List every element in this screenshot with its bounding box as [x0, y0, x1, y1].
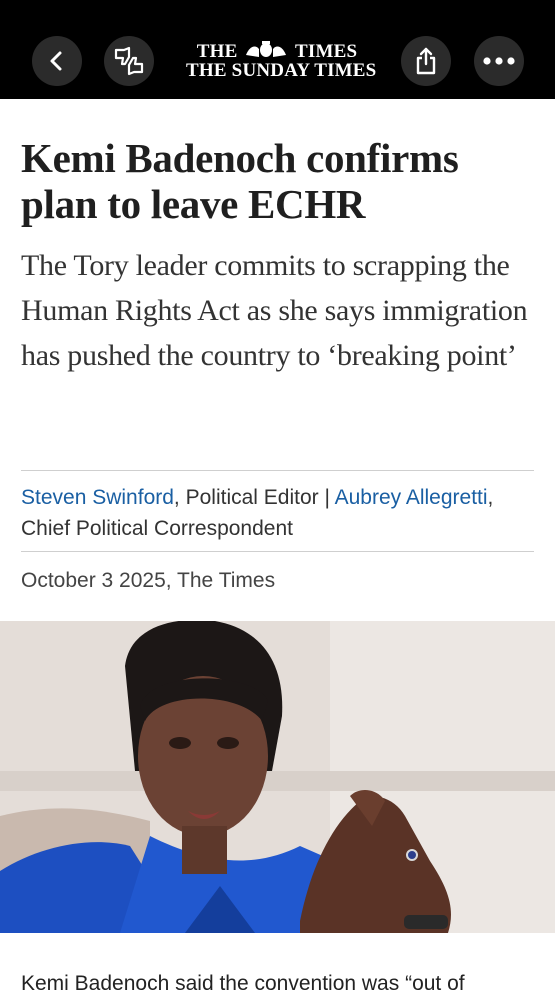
masthead-logo[interactable]: THE TIMES THE SUNDAY TIMES — [186, 41, 377, 83]
author-role-1: , Political Editor | — [173, 486, 335, 509]
author-link-aubrey-allegretti[interactable]: Aubrey Allegretti — [335, 486, 488, 509]
article-body-first-line: Kemi Badenoch said the convention was “o… — [21, 972, 465, 995]
share-icon — [416, 47, 436, 75]
masthead-sunday-times: THE SUNDAY TIMES — [186, 60, 377, 81]
share-button[interactable] — [401, 36, 451, 86]
article-dateline: October 3 2025, The Times — [21, 569, 276, 592]
royal-crest-icon — [246, 41, 287, 57]
reactions-button[interactable] — [104, 36, 154, 86]
photo-illustration — [0, 621, 555, 933]
top-navigation-bar: THE TIMES THE SUNDAY TIMES — [0, 0, 555, 99]
byline: Steven Swinford, Political Editor | Aubr… — [21, 482, 536, 544]
masthead-the: THE — [196, 41, 238, 62]
thumbs-up-down-icon — [114, 46, 144, 76]
author-link-steven-swinford[interactable]: Steven Swinford — [21, 486, 174, 509]
chevron-left-icon — [50, 51, 62, 71]
article-headline: Kemi Badenoch confirms plan to leave ECH… — [21, 135, 459, 227]
byline-divider-bottom — [21, 551, 534, 552]
more-horizontal-icon — [483, 57, 515, 65]
more-options-button[interactable] — [474, 36, 524, 86]
masthead-times: TIMES — [295, 41, 358, 62]
masthead-line-times: THE TIMES — [186, 41, 368, 61]
back-button[interactable] — [32, 36, 82, 86]
article-hero-photo[interactable] — [0, 621, 555, 933]
byline-divider-top — [21, 470, 534, 471]
article-standfirst: The Tory leader commits to scrapping the… — [21, 249, 528, 372]
